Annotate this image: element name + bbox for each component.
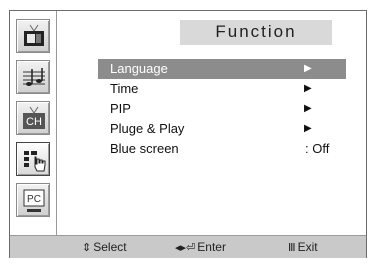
- menu-item-pip[interactable]: PIP ▶: [98, 99, 346, 119]
- submenu-arrow-icon: ▶: [304, 63, 312, 74]
- sidebar-item-sound[interactable]: [16, 60, 50, 94]
- sidebar-divider: [56, 11, 57, 235]
- submenu-arrow-icon: ▶: [304, 103, 312, 114]
- enter-icon: ◂▸⏎: [175, 242, 196, 254]
- select-hint-label: Select: [93, 240, 127, 254]
- up-down-arrow-icon: ⇕: [82, 242, 92, 254]
- menu-item-blue-screen[interactable]: Blue screen : Off: [98, 139, 346, 159]
- button-hint-bar: ⇕ Select ◂▸⏎ Enter Ⅲ Exit: [10, 235, 366, 258]
- pc-icon-label: PC: [27, 194, 41, 205]
- sound-icon: [23, 68, 45, 86]
- menu-item-label: Pluge & Play: [110, 121, 185, 136]
- channel-icon-label: CH: [26, 116, 42, 128]
- category-sidebar: CH PC: [10, 11, 56, 235]
- menu-item-label: Time: [110, 81, 139, 96]
- pc-icon: PC: [23, 189, 45, 212]
- exit-hint-label: Exit: [297, 240, 318, 254]
- channel-icon: CH: [23, 106, 45, 129]
- function-menu-list: Language ▶ Time ▶ PIP ▶ Pluge & Play ▶ B…: [98, 59, 346, 159]
- submenu-arrow-icon: ▶: [304, 123, 312, 134]
- menu-item-time[interactable]: Time ▶: [98, 79, 346, 99]
- menu-item-label: Language: [110, 61, 168, 76]
- submenu-arrow-icon: ▶: [304, 83, 312, 94]
- function-icon: [24, 151, 46, 172]
- select-hint: ⇕ Select: [82, 240, 127, 254]
- sidebar-item-function[interactable]: [16, 142, 50, 176]
- menu-item-language[interactable]: Language ▶: [98, 59, 346, 79]
- picture-icon: [24, 24, 44, 46]
- menu-item-label: Blue screen: [110, 141, 179, 156]
- enter-hint: ◂▸⏎ Enter: [175, 240, 226, 254]
- menu-item-plug-and-play[interactable]: Pluge & Play ▶: [98, 119, 346, 139]
- menu-item-value: : Off: [305, 141, 330, 156]
- menu-exit-icon: Ⅲ: [288, 242, 296, 254]
- sidebar-item-channel[interactable]: CH: [16, 101, 50, 135]
- menu-title: Function: [215, 22, 297, 41]
- enter-hint-label: Enter: [197, 240, 226, 254]
- menu-item-label: PIP: [110, 101, 131, 116]
- osd-menu-window: CH PC Function Language ▶ Time ▶ PIP ▶ P…: [9, 10, 367, 258]
- exit-hint: Ⅲ Exit: [288, 240, 318, 254]
- sidebar-item-pc[interactable]: PC: [16, 183, 50, 217]
- sidebar-item-picture[interactable]: [16, 19, 50, 53]
